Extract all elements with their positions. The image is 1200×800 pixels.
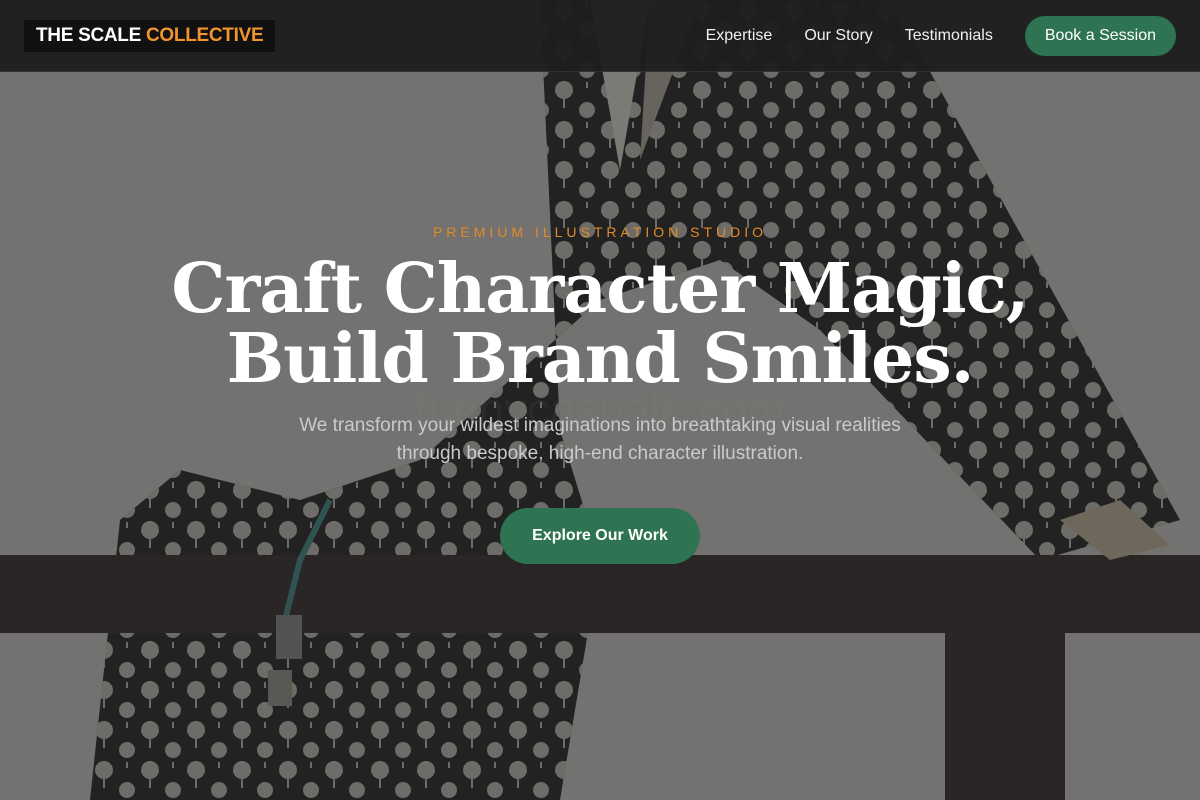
nav-link-our-story[interactable]: Our Story xyxy=(804,27,872,45)
hero-headline: Craft Character Magic, Build Brand Smile… xyxy=(0,254,1200,394)
top-navbar: THE SCALE COLLECTIVE Expertise Our Story… xyxy=(0,0,1200,72)
hero-headline-line-1: Craft Character Magic, xyxy=(171,249,1029,329)
brand-name-orange: COLLECTIVE xyxy=(145,24,264,46)
nav-links: Expertise Our Story Testimonials Book a … xyxy=(706,15,1176,56)
book-session-button[interactable]: Book a Session xyxy=(1024,15,1176,56)
nav-link-testimonials[interactable]: Testimonials xyxy=(905,27,993,45)
brand-name-white: THE SCALE xyxy=(36,24,141,46)
brand-logo[interactable]: THE SCALE COLLECTIVE xyxy=(24,19,276,52)
nav-link-expertise[interactable]: Expertise xyxy=(706,27,773,45)
hero-section: PREMIUM ILLUSTRATION STUDIO Craft Charac… xyxy=(0,72,1200,564)
hero-headline-line-2: Build Brand Smiles. xyxy=(226,319,975,399)
hero-subtext: We transform your wildest imaginations i… xyxy=(299,415,901,464)
hero-eyebrow: PREMIUM ILLUSTRATION STUDIO xyxy=(432,224,768,240)
explore-work-button[interactable]: Explore Our Work xyxy=(500,508,700,564)
